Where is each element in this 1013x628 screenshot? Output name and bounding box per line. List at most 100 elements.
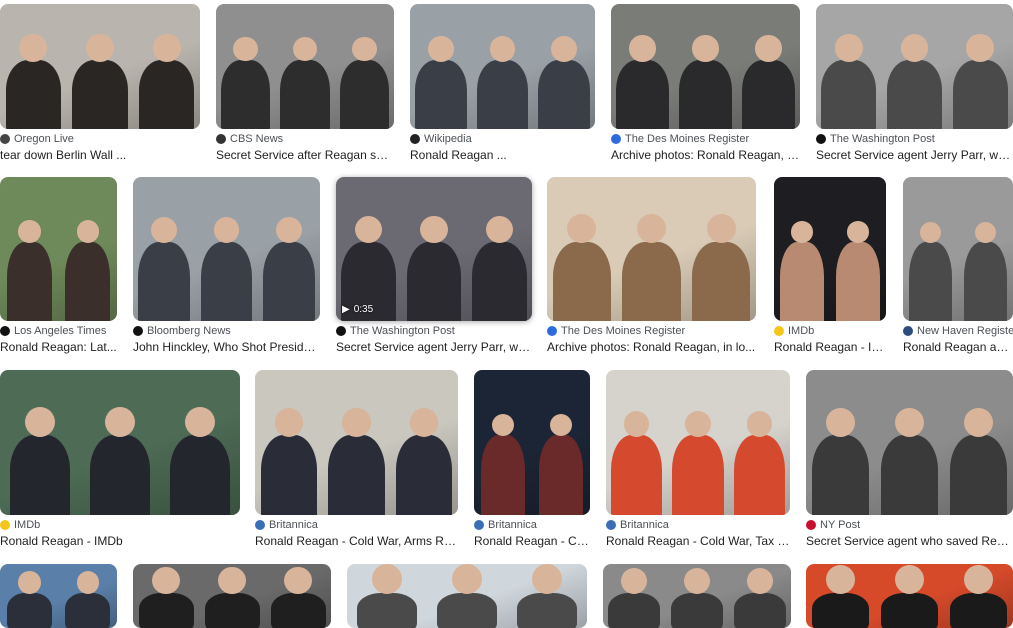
result-thumbnail[interactable] (547, 177, 756, 321)
result-title[interactable]: Ronald Reagan: Lat... (0, 340, 117, 354)
person-head (275, 217, 302, 244)
result-source[interactable]: The Des Moines Register (547, 325, 685, 337)
person-silhouette (472, 241, 527, 321)
person-head (351, 36, 377, 62)
result-thumbnail[interactable] (774, 177, 886, 321)
result-thumbnail[interactable]: ▶ 0:35 (336, 177, 532, 321)
result-thumbnail[interactable] (347, 564, 587, 628)
person-silhouette (949, 435, 1008, 515)
person-head (420, 215, 448, 244)
result-thumbnail[interactable] (606, 370, 790, 515)
person-head (233, 36, 259, 62)
result-thumbnail[interactable] (903, 177, 1013, 321)
source-name: The Washington Post (350, 325, 455, 337)
person-silhouette (138, 592, 194, 628)
result-title[interactable]: John Hinckley, Who Shot Preside... (133, 340, 320, 354)
result-title[interactable]: Ronald Reagan ass... (903, 340, 1013, 354)
result-source[interactable]: Los Angeles Times (0, 325, 106, 337)
result-source[interactable]: IMDb (0, 519, 40, 531)
result-thumbnail[interactable] (806, 370, 1013, 515)
result-thumbnail[interactable] (133, 564, 331, 628)
result-source[interactable]: The Washington Post (336, 325, 455, 337)
result-thumbnail[interactable] (216, 4, 394, 129)
result-thumbnail[interactable] (0, 370, 240, 515)
person-head (826, 407, 855, 437)
source-name: New Haven Register (917, 325, 1013, 337)
person-silhouette (415, 60, 467, 129)
result-thumbnail[interactable] (611, 4, 800, 129)
person-silhouette (260, 435, 317, 515)
person-head (152, 566, 180, 595)
result-thumbnail[interactable] (0, 4, 200, 129)
person-silhouette (909, 241, 952, 321)
person-silhouette (65, 241, 111, 321)
person-head (549, 414, 573, 437)
person-silhouette (733, 592, 786, 628)
person-head (900, 34, 929, 62)
person-silhouette (733, 435, 785, 515)
source-favicon-icon (216, 134, 226, 144)
result-title[interactable]: Secret Service agent Jerry Parr, wh... (336, 340, 532, 354)
source-favicon-icon (0, 326, 10, 336)
result-title[interactable]: Ronald Reagan - Co... (474, 534, 590, 548)
person-silhouette (608, 592, 661, 628)
source-name: NY Post (820, 519, 861, 531)
result-title[interactable]: Ronald Reagan - IM... (774, 340, 886, 354)
result-title[interactable]: Secret Service agent who saved Reaga... (806, 534, 1013, 548)
result-thumbnail[interactable] (806, 564, 1013, 628)
result-title[interactable]: tear down Berlin Wall ... (0, 148, 200, 162)
result-title[interactable]: Archive photos: Ronald Reagan, in lo... (547, 340, 756, 354)
person-silhouette (395, 435, 453, 515)
result-source[interactable]: The Des Moines Register (611, 133, 749, 145)
person-silhouette (964, 241, 1007, 321)
person-head (755, 35, 782, 62)
person-head (567, 214, 597, 244)
person-head (151, 217, 178, 244)
result-title[interactable]: Ronald Reagan - Cold War, Tax C... (606, 534, 790, 548)
person-silhouette (517, 592, 577, 628)
result-thumbnail[interactable] (474, 370, 590, 515)
source-favicon-icon (336, 326, 346, 336)
person-silhouette (672, 435, 724, 515)
result-source[interactable]: NY Post (806, 519, 860, 531)
person-head (18, 220, 41, 243)
person-head (683, 567, 711, 595)
result-title[interactable]: Secret Service agent Jerry Parr, who ... (816, 148, 1013, 162)
result-source[interactable]: Britannica (474, 519, 537, 531)
person-silhouette (437, 592, 497, 628)
person-head (623, 410, 650, 437)
result-thumbnail[interactable] (0, 564, 117, 628)
result-source[interactable]: Bloomberg News (133, 325, 231, 337)
person-head (452, 564, 482, 595)
result-thumbnail[interactable] (0, 177, 117, 321)
result-title[interactable]: Ronald Reagan - IMDb (0, 534, 240, 548)
result-source[interactable]: The Washington Post (816, 133, 935, 145)
result-title[interactable]: Ronald Reagan ... (410, 148, 595, 162)
result-thumbnail[interactable] (603, 564, 791, 628)
result-source[interactable]: Wikipedia (410, 133, 472, 145)
result-thumbnail[interactable] (255, 370, 458, 515)
result-source[interactable]: Britannica (255, 519, 318, 531)
source-name: Wikipedia (424, 133, 472, 145)
person-head (621, 567, 648, 595)
person-silhouette (138, 241, 191, 321)
result-source[interactable]: Oregon Live (0, 133, 74, 145)
source-name: Britannica (620, 519, 669, 531)
source-name: Britannica (488, 519, 537, 531)
person-head (25, 406, 55, 437)
result-source[interactable]: Britannica (606, 519, 669, 531)
source-name: Los Angeles Times (14, 325, 107, 337)
person-head (76, 220, 99, 243)
person-head (532, 564, 562, 595)
result-thumbnail[interactable] (410, 4, 595, 129)
result-title[interactable]: Ronald Reagan - Cold War, Arms Rac... (255, 534, 458, 548)
result-title[interactable]: Secret Service after Reagan sho... (216, 148, 394, 162)
person-head (489, 35, 516, 62)
result-thumbnail[interactable] (816, 4, 1013, 129)
person-head (342, 408, 371, 437)
result-thumbnail[interactable] (133, 177, 320, 321)
result-source[interactable]: IMDb (774, 325, 814, 337)
result-source[interactable]: CBS News (216, 133, 283, 145)
result-title[interactable]: Archive photos: Ronald Reagan, in... (611, 148, 800, 162)
result-source[interactable]: New Haven Register (903, 325, 1013, 337)
